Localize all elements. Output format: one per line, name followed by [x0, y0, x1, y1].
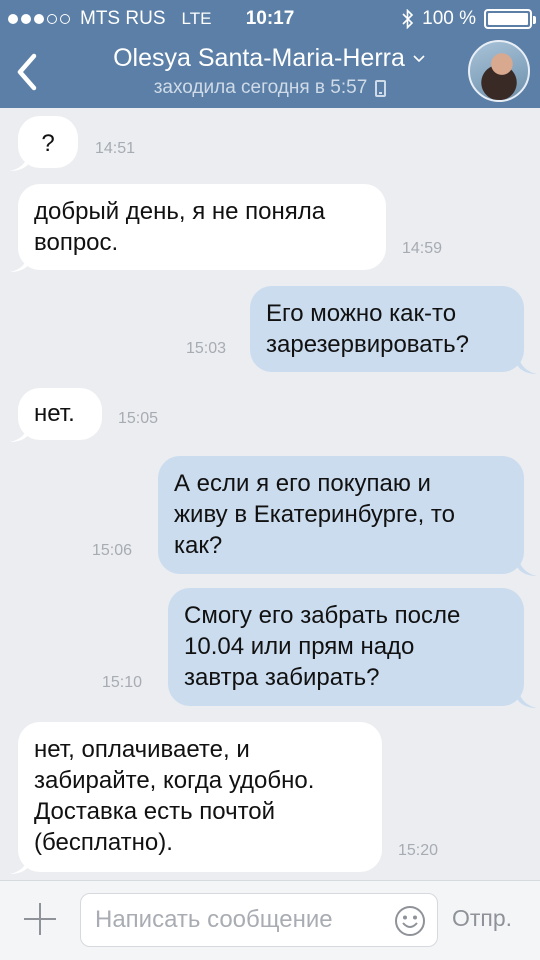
chat-title-area[interactable]: Olesya Santa-Maria-Herra заходила сегодн… [70, 44, 470, 99]
chevron-left-icon [17, 53, 37, 91]
message-time: 15:06 [92, 542, 133, 559]
message-time: 14:51 [95, 140, 136, 157]
message-bubble: добрый день, я не поняла вопрос. [18, 184, 386, 270]
message-bubble: А если я его покупаю и живу в Екатеринбу… [158, 456, 524, 574]
message-time: 15:05 [118, 410, 159, 427]
message-input[interactable] [80, 893, 438, 947]
plus-icon[interactable] [22, 901, 58, 937]
message-bubble: нет. [18, 388, 102, 440]
battery-icon [484, 9, 536, 29]
message-composer: Отпр. [0, 880, 540, 960]
smile-icon[interactable] [394, 905, 426, 937]
contact-name-row[interactable]: Olesya Santa-Maria-Herra [113, 44, 427, 73]
message-time: 14:59 [402, 240, 443, 257]
status-right: 100 % [402, 8, 536, 30]
bluetooth-icon [402, 9, 414, 29]
last-seen-text: заходила сегодня в 5:57 [153, 77, 368, 98]
last-seen: заходила сегодня в 5:57 [154, 77, 387, 99]
bubble-tail [10, 858, 30, 874]
bubble-tail [10, 155, 30, 171]
mobile-phone-icon [375, 79, 387, 97]
send-button[interactable]: Отпр. [452, 905, 512, 932]
battery-percent: 100 % [422, 8, 476, 29]
message-time: 15:20 [398, 842, 439, 859]
message-bubble: нет, оплачиваете, и забирайте, когда удо… [18, 722, 382, 872]
bubble-tail [517, 560, 537, 576]
message-list[interactable]: ? 14:51 добрый день, я не поняла вопрос.… [0, 108, 540, 880]
message-time: 15:10 [102, 674, 143, 691]
bubble-tail [10, 256, 30, 272]
chevron-down-icon [413, 54, 425, 62]
bubble-tail [10, 426, 30, 442]
avatar[interactable] [468, 40, 530, 102]
message-time: 15:03 [186, 340, 227, 357]
contact-name: Olesya Santa-Maria-Herra [113, 44, 405, 72]
message-bubble: Смогу его забрать после 10.04 или прям н… [168, 588, 524, 706]
bubble-tail [517, 692, 537, 708]
bubble-tail [517, 358, 537, 374]
chat-header: MTS RUS LTE 10:17 100 % Olesya Santa-Mar… [0, 0, 540, 108]
back-button[interactable] [10, 50, 46, 94]
message-bubble: Его можно как-то зарезервировать? [250, 286, 524, 372]
status-bar: MTS RUS LTE 10:17 100 % [0, 0, 540, 36]
